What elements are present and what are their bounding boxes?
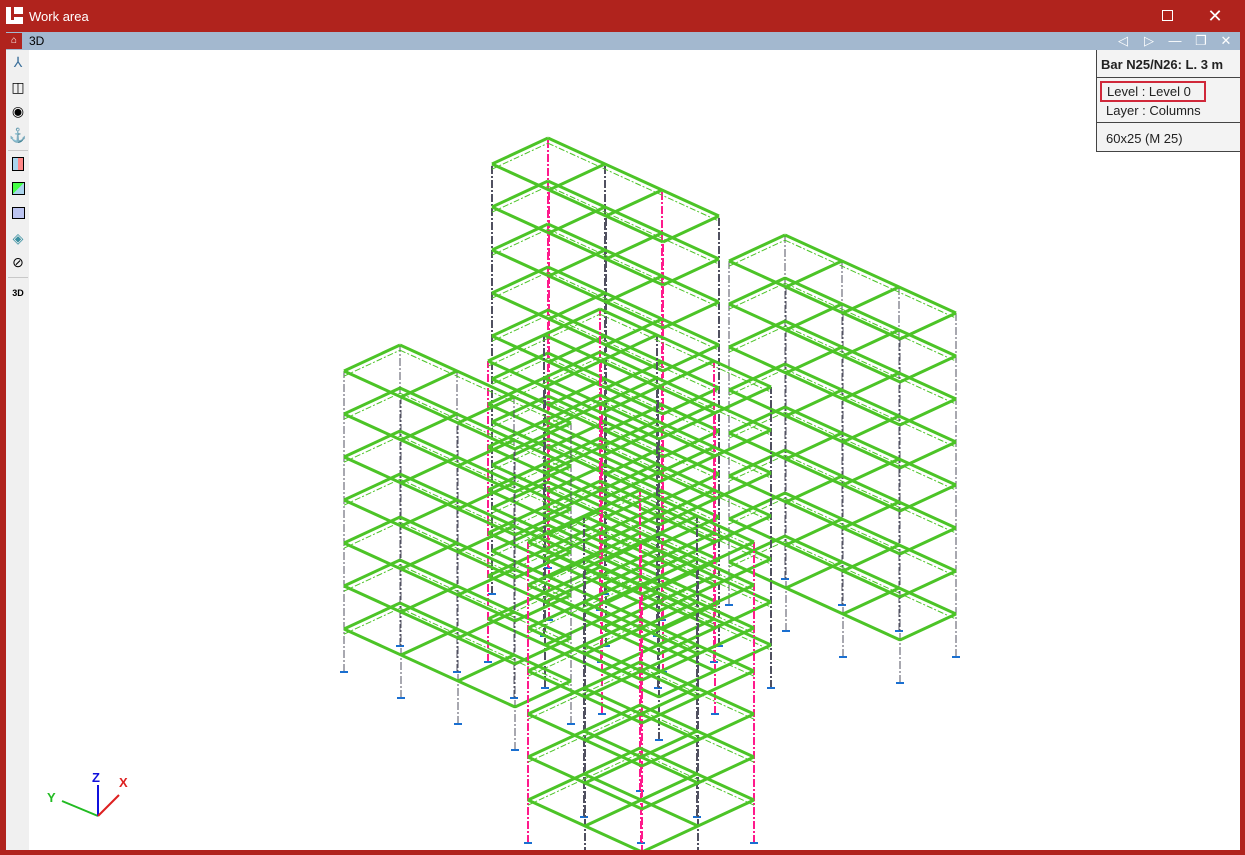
slab-edge[interactable]	[343, 435, 401, 463]
axes-view-icon[interactable]: ⅄	[8, 52, 28, 72]
rotate-icon[interactable]: ⚓	[8, 125, 28, 145]
beam[interactable]	[899, 612, 957, 642]
hide-icon[interactable]: ⊘	[8, 252, 28, 272]
beam[interactable]	[662, 257, 720, 287]
beam[interactable]	[899, 311, 957, 341]
slab-edge[interactable]	[784, 368, 957, 448]
maximize-icon	[1161, 10, 1173, 22]
beam[interactable]	[842, 285, 900, 315]
slab-edge[interactable]	[728, 282, 786, 310]
slab-edge[interactable]	[784, 282, 957, 362]
section-plan-icon[interactable]	[11, 207, 25, 219]
slab-edge[interactable]	[784, 325, 957, 405]
title-bar: Work area ✕	[0, 0, 1245, 32]
y-axis-icon	[61, 800, 99, 817]
slab-edge[interactable]	[343, 478, 401, 506]
info-section: 60x25 (M 25)	[1106, 131, 1183, 146]
layers-icon[interactable]: ◈	[8, 228, 28, 248]
slab-edge[interactable]	[343, 521, 401, 549]
x-axis-label: X	[119, 775, 128, 790]
y-axis-label: Y	[47, 790, 56, 805]
beam[interactable]	[662, 300, 720, 330]
x-axis-icon	[97, 794, 120, 817]
beam[interactable]	[899, 440, 957, 470]
slab-edge[interactable]	[784, 540, 957, 620]
view-toolbar: ⅄ ◫ ◉ ⚓ ◈ ⊘ 3D	[6, 50, 29, 850]
restore-view-button[interactable]: ❐	[1191, 32, 1211, 50]
3d-viewport[interactable]: Bar N25/N26: L. 3 m Level : Level 0 Laye…	[29, 50, 1240, 850]
app-logo-icon	[6, 7, 24, 24]
slab-edge[interactable]	[491, 142, 549, 170]
beam[interactable]	[899, 526, 957, 556]
beam[interactable]	[785, 259, 843, 289]
minimize-view-button[interactable]: —	[1165, 32, 1185, 50]
beam[interactable]	[400, 369, 458, 399]
beam[interactable]	[548, 162, 606, 192]
slab-edge[interactable]	[547, 314, 720, 394]
close-view-button[interactable]: ✕	[1216, 32, 1236, 50]
slab-edge[interactable]	[784, 454, 957, 534]
beam[interactable]	[662, 214, 720, 244]
slab-edge[interactable]	[491, 185, 549, 213]
document-icon: ⌂	[6, 33, 22, 49]
slab-edge[interactable]	[784, 411, 957, 491]
previous-view-button[interactable]: ◁	[1113, 32, 1133, 50]
cube-view-icon[interactable]: ◫	[8, 77, 28, 97]
slab-edge[interactable]	[784, 497, 957, 577]
3d-settings-icon[interactable]: 3D	[8, 283, 28, 303]
info-layer: Layer : Columns	[1097, 102, 1240, 123]
info-header: Bar N25/N26: L. 3 m	[1097, 50, 1240, 78]
section-red-icon[interactable]	[12, 157, 24, 171]
slab-edge[interactable]	[728, 239, 786, 267]
slab-edge[interactable]	[547, 271, 720, 351]
beam[interactable]	[899, 354, 957, 384]
beam[interactable]	[491, 136, 549, 166]
beam[interactable]	[605, 188, 663, 218]
section-green-icon[interactable]	[11, 182, 25, 195]
next-view-button[interactable]: ▷	[1139, 32, 1159, 50]
axis-triad: Y Z X	[47, 770, 128, 817]
close-icon: ✕	[1207, 6, 1223, 26]
beam[interactable]	[899, 569, 957, 599]
maximize-button[interactable]	[1152, 4, 1182, 28]
slab-edge[interactable]	[343, 392, 401, 420]
slab-edge[interactable]	[343, 564, 401, 592]
slab-edge[interactable]	[343, 607, 401, 635]
slab-edge[interactable]	[547, 228, 720, 308]
orbit-icon[interactable]: ◉	[8, 101, 28, 121]
beam[interactable]	[343, 343, 401, 373]
document-tab-bar: ⌂ 3D ◁ ▷ — ❐ ✕	[6, 32, 1240, 50]
slab-edge[interactable]	[491, 271, 549, 299]
slab-edge[interactable]	[491, 228, 549, 256]
beam[interactable]	[899, 483, 957, 513]
beam[interactable]	[457, 395, 515, 425]
beam[interactable]	[899, 397, 957, 427]
info-level: Level : Level 0	[1100, 81, 1206, 102]
info-panel: Bar N25/N26: L. 3 m Level : Level 0 Laye…	[1096, 50, 1240, 152]
close-button[interactable]: ✕	[1200, 4, 1230, 28]
z-axis-label: Z	[92, 770, 100, 785]
slab-edge[interactable]	[728, 325, 786, 353]
slab-edge[interactable]	[547, 142, 720, 222]
beam[interactable]	[728, 233, 786, 263]
structure-model[interactable]	[29, 50, 1240, 850]
slab-edge[interactable]	[784, 239, 957, 319]
slab-edge[interactable]	[547, 185, 720, 265]
window-title: Work area	[29, 9, 89, 24]
document-title: 3D	[29, 34, 45, 48]
slab-edge[interactable]	[343, 349, 401, 377]
